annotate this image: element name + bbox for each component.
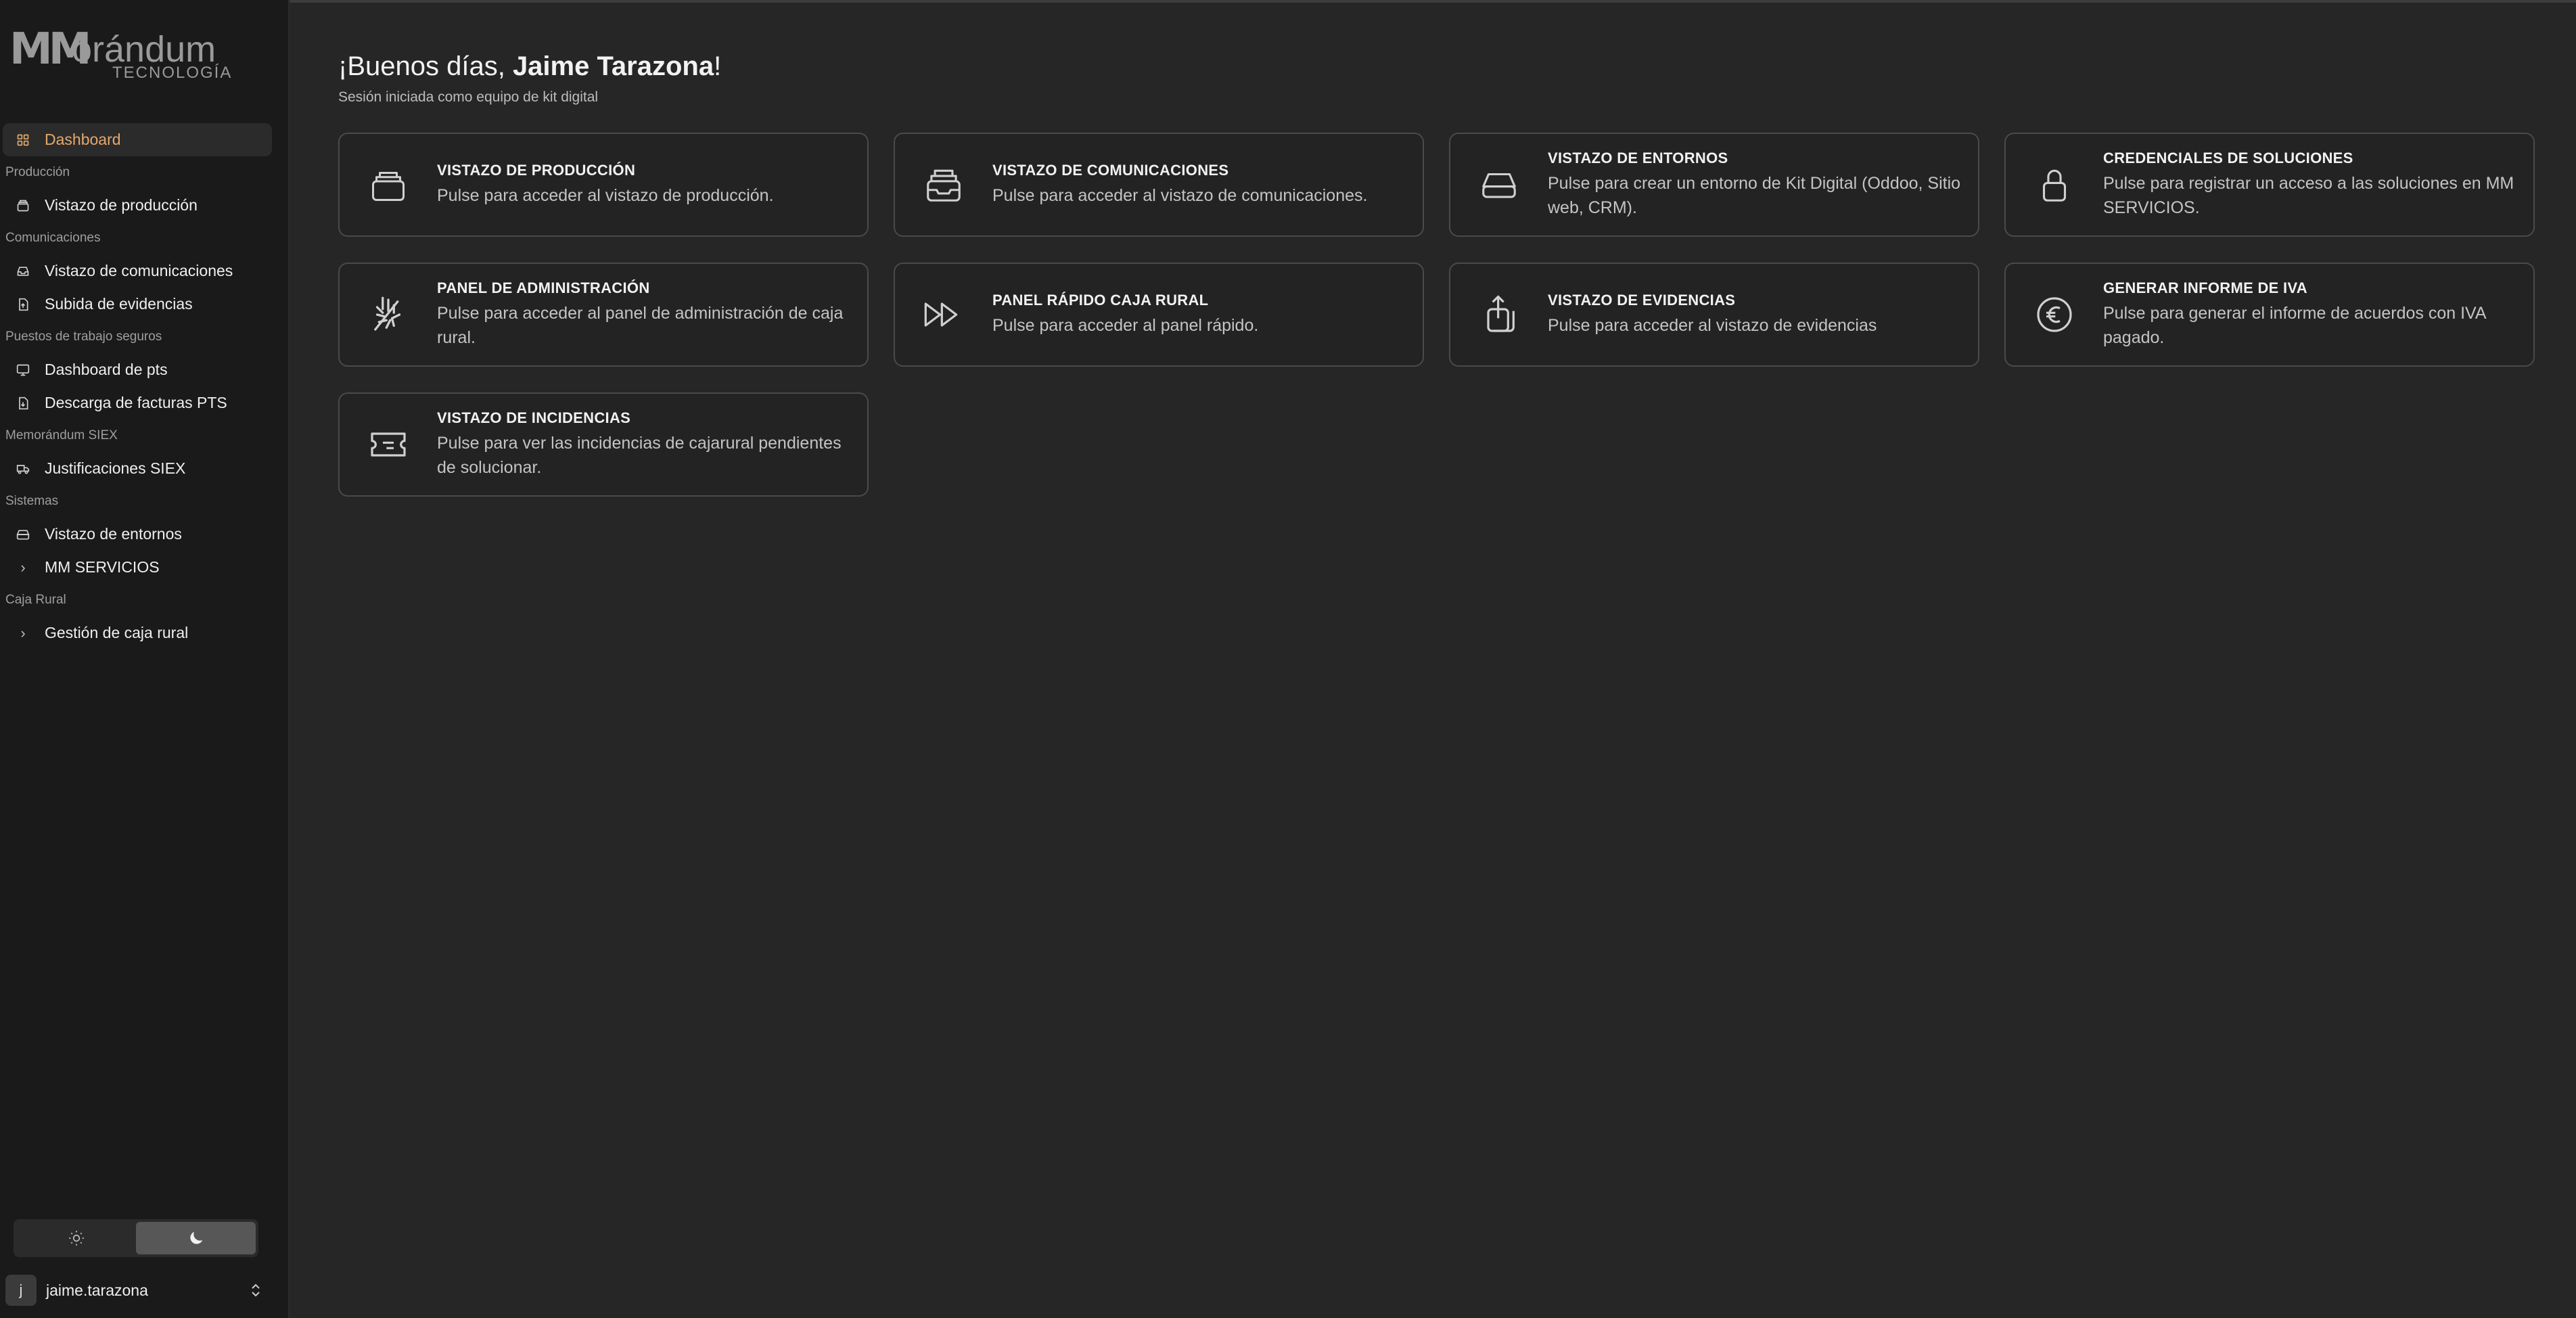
sidebar-item-label: Vistazo de comunicaciones	[45, 262, 233, 279]
page-subtitle: Sesión iniciada como equipo de kit digit…	[338, 89, 599, 105]
card-generar-informe-iva[interactable]: GENERAR INFORME DE IVA Pulse para generar…	[2004, 263, 2535, 367]
sidebar-item-subida-evidencias[interactable]: Subida de evidencias	[3, 288, 272, 321]
card-vistazo-evidencias[interactable]: VISTAZO DE EVIDENCIAS Pulse para acceder …	[1449, 263, 1979, 367]
page-greeting: ¡Buenos días, Jaime Tarazona!	[338, 51, 721, 82]
card-panel-rapido-caja-rural[interactable]: PANEL RÁPIDO CAJA RURAL Pulse para accede…	[894, 263, 1424, 367]
sidebar-item-mm-servicios[interactable]: › MM SERVICIOS	[3, 551, 272, 584]
card-description: Pulse para acceder al panel rápido.	[992, 316, 1259, 335]
card-vistazo-comunicaciones[interactable]: VISTAZO DE COMUNICACIONES Pulse para acce…	[894, 133, 1424, 237]
theme-toggle	[14, 1219, 258, 1257]
sidebar-item-label: Gestión de caja rural	[45, 624, 189, 641]
sidebar-item-label: Vistazo de producción	[45, 196, 198, 214]
chevron-right-icon: ›	[20, 558, 26, 576]
avatar: j	[5, 1275, 37, 1306]
chevron-right-icon: ›	[20, 624, 26, 641]
fast-forward-icon	[895, 293, 992, 336]
card-description: Pulse para registrar un acceso a las sol…	[2103, 174, 2514, 217]
sidebar-item-descarga-facturas[interactable]: Descarga de facturas PTS	[3, 386, 272, 419]
inbox-icon	[895, 164, 992, 206]
card-title: VISTAZO DE INCIDENCIAS	[437, 409, 631, 426]
sidebar-item-label: Dashboard de pts	[45, 361, 168, 378]
sidebar-item-label: Descarga de facturas PTS	[45, 394, 227, 411]
file-upload-icon	[15, 296, 31, 313]
file-download-icon	[15, 395, 31, 411]
top-border	[0, 0, 2576, 3]
card-vistazo-entornos[interactable]: VISTAZO DE ENTORNOS Pulse para crear un e…	[1449, 133, 1979, 237]
sidebar-item-justificaciones-siex[interactable]: Justificaciones SIEX	[3, 452, 272, 485]
ticket-icon	[340, 423, 437, 466]
sidebar: MM orándum TECNOLOGÍA Dashboard Producci…	[0, 0, 290, 1318]
sidebar-item-label: Subida de evidencias	[45, 295, 193, 313]
brand-logo[interactable]: MM orándum TECNOLOGÍA	[9, 24, 231, 85]
card-panel-administracion[interactable]: PANEL DE ADMINISTRACIÓN Pulse para accede…	[338, 263, 869, 367]
sidebar-item-label: Vistazo de entornos	[45, 525, 182, 543]
sidebar-section-sistemas: Sistemas	[5, 494, 59, 508]
card-title: GENERAR INFORME DE IVA	[2103, 279, 2307, 296]
card-title: VISTAZO DE EVIDENCIAS	[1548, 292, 1736, 309]
archive-icon	[15, 198, 31, 214]
card-title: PANEL DE ADMINISTRACIÓN	[437, 279, 650, 296]
sun-icon	[68, 1229, 85, 1247]
sidebar-nav: Dashboard Producción Vistazo de producci…	[0, 123, 290, 650]
sidebar-item-vistazo-entornos[interactable]: Vistazo de entornos	[3, 518, 272, 551]
sidebar-item-dashboard[interactable]: Dashboard	[3, 123, 272, 156]
euro-icon	[2006, 293, 2103, 336]
card-title: CREDENCIALES DE SOLUCIONES	[2103, 150, 2353, 166]
sidebar-section-siex: Memorándum SIEX	[5, 428, 118, 442]
chevrons-up-down-icon	[249, 1282, 265, 1298]
lock-icon	[2006, 164, 2103, 206]
card-description: Pulse para acceder al vistazo de comunic…	[992, 186, 1368, 205]
card-vistazo-produccion[interactable]: VISTAZO DE PRODUCCIÓN Pulse para acceder …	[338, 133, 869, 237]
inbox-icon	[15, 263, 31, 279]
username: jaime.tarazona	[46, 1281, 148, 1299]
card-title: VISTAZO DE COMUNICACIONES	[992, 162, 1229, 179]
hard-drive-icon	[15, 526, 31, 543]
truck-icon	[15, 461, 31, 477]
dashboard-icon	[15, 132, 31, 148]
greeting-user-name: Jaime Tarazona	[512, 51, 714, 81]
card-title: VISTAZO DE ENTORNOS	[1548, 150, 1728, 166]
card-vistazo-incidencias[interactable]: VISTAZO DE INCIDENCIAS Pulse para ver las…	[338, 392, 869, 497]
card-description: Pulse para acceder al panel de administr…	[437, 304, 844, 347]
dashboard-cards: VISTAZO DE PRODUCCIÓN Pulse para acceder …	[338, 133, 2535, 497]
logo-subtitle: TECNOLOGÍA	[112, 64, 233, 82]
sidebar-item-label: MM SERVICIOS	[45, 558, 160, 576]
hard-drive-icon	[1450, 164, 1548, 206]
sidebar-item-label: Justificaciones SIEX	[45, 459, 186, 477]
sidebar-section-produccion: Producción	[5, 165, 70, 179]
user-menu[interactable]: j jaime.tarazona	[5, 1272, 265, 1309]
card-credenciales-soluciones[interactable]: CREDENCIALES DE SOLUCIONES Pulse para reg…	[2004, 133, 2535, 237]
archive-icon	[340, 164, 437, 205]
sidebar-section-caja-rural: Caja Rural	[5, 593, 66, 607]
sidebar-section-comunicaciones: Comunicaciones	[5, 231, 101, 245]
sidebar-item-vistazo-produccion[interactable]: Vistazo de producción	[3, 189, 272, 222]
sidebar-item-gestion-caja-rural[interactable]: › Gestión de caja rural	[3, 616, 272, 650]
greeting-prefix: ¡Buenos días,	[338, 51, 513, 81]
card-description: Pulse para acceder al vistazo de producc…	[437, 186, 774, 205]
sidebar-item-dashboard-pts[interactable]: Dashboard de pts	[3, 353, 272, 386]
dark-theme-button[interactable]	[136, 1222, 256, 1254]
share-files-icon	[1450, 293, 1548, 336]
light-theme-button[interactable]	[16, 1222, 136, 1254]
card-title: PANEL RÁPIDO CAJA RURAL	[992, 292, 1209, 309]
card-description: Pulse para acceder al vistazo de evidenc…	[1548, 316, 1877, 335]
card-title: VISTAZO DE PRODUCCIÓN	[437, 162, 636, 179]
sidebar-item-vistazo-comunicaciones[interactable]: Vistazo de comunicaciones	[3, 254, 272, 288]
moon-icon	[187, 1229, 206, 1248]
greeting-suffix: !	[714, 51, 722, 81]
monitor-icon	[15, 362, 31, 378]
card-description: Pulse para ver las incidencias de cajaru…	[437, 434, 842, 477]
card-description: Pulse para crear un entorno de Kit Digit…	[1548, 174, 1961, 217]
sidebar-section-puestos: Puestos de trabajo seguros	[5, 330, 162, 344]
sidebar-item-label: Dashboard	[45, 131, 121, 148]
card-description: Pulse para generar el informe de acuerdo…	[2103, 304, 2486, 347]
wheat-icon	[340, 292, 437, 337]
